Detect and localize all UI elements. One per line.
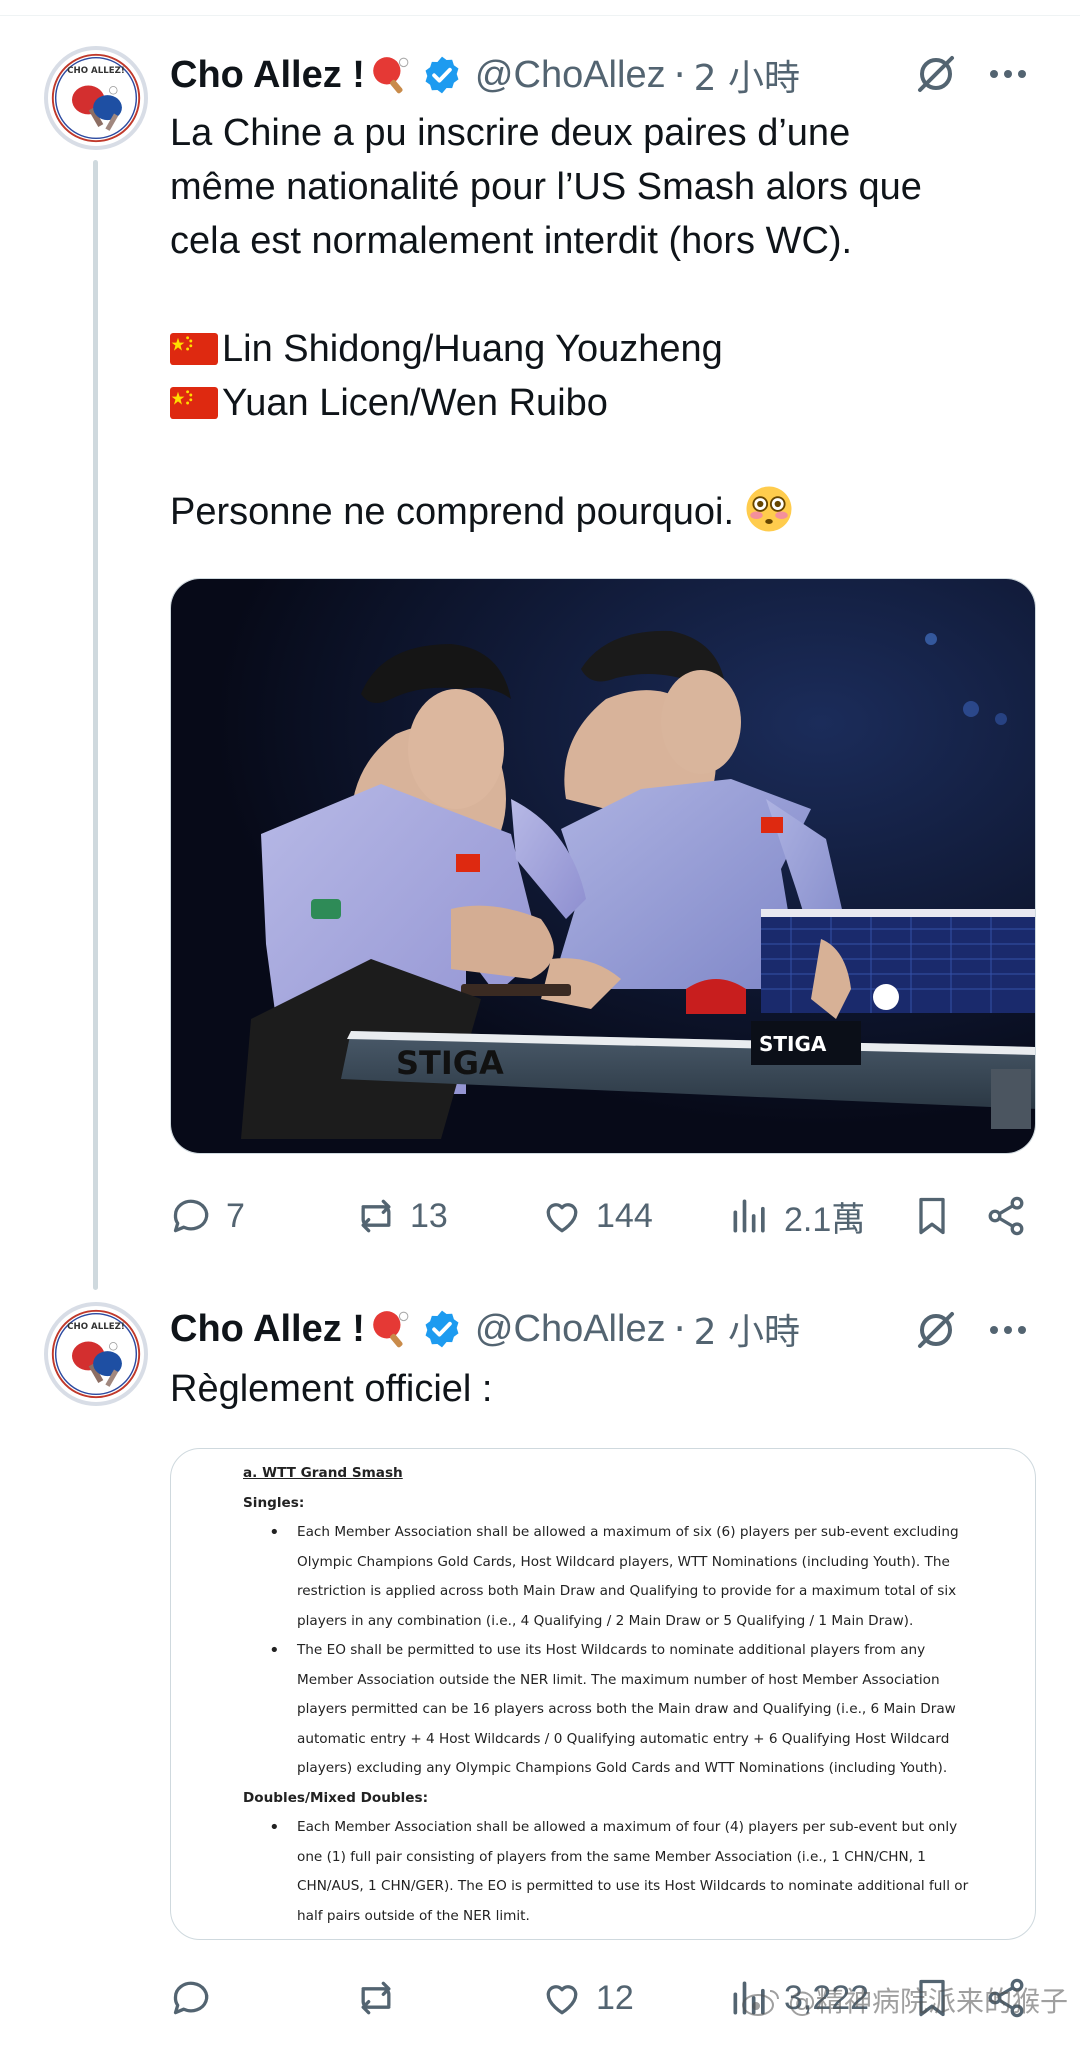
reply-icon [173, 1199, 209, 1233]
tweet-photo[interactable]: STIGA STIGA [170, 578, 1036, 1154]
net-post-brand-label: STIGA [759, 1032, 827, 1056]
rule-line: The EO shall be permitted to use its Hos… [297, 1642, 926, 1658]
retweet-button[interactable] [354, 1968, 410, 2028]
rule-line: Member Association outside the NER limit… [297, 1671, 940, 1688]
retweet-count: 13 [410, 1196, 448, 1235]
tweet-text-line: même nationalité pour l’US Smash alors q… [170, 166, 922, 208]
paddle-emoji [373, 1311, 409, 1348]
views-count: 2.1萬 [784, 1200, 866, 1239]
singles-label: Singles: [243, 1494, 305, 1511]
rule-line: players permitted can be 16 players acro… [297, 1701, 956, 1717]
rule-line: one (1) full pair consisting of players … [297, 1848, 926, 1865]
timestamp[interactable]: 2 小時 [694, 1303, 800, 1355]
svg-text:CHO ALLEZ!: CHO ALLEZ! [67, 66, 125, 76]
players-photo-image: STIGA STIGA [171, 579, 1035, 1153]
handle[interactable]: @ChoAllez [475, 1308, 666, 1351]
rule-line: CHN/AUS, 1 CHN/GER). The EO is permitted… [297, 1878, 969, 1894]
tweet-text: La Chine a pu inscrire deux paires d’une… [170, 106, 922, 538]
china-flag-icon [170, 333, 218, 365]
like-count: 144 [596, 1196, 653, 1235]
like-count: 12 [596, 1978, 634, 2017]
watermark: @精神病院派来的猴子 [740, 1980, 1068, 2020]
like-button[interactable]: 12 [540, 1968, 634, 2028]
document-heading: a. WTT Grand Smash [243, 1465, 403, 1481]
tweet-text-line: cela est normalement interdit (hors WC). [170, 220, 853, 262]
paddle-emoji [373, 57, 409, 94]
more-icon[interactable] [984, 50, 1032, 98]
handle[interactable]: @ChoAllez [475, 54, 666, 97]
views-icon [733, 1199, 765, 1233]
verified-badge-icon [425, 1310, 459, 1348]
avatar[interactable]: CHO ALLEZ! [44, 46, 148, 150]
watermark-text: @精神病院派来的猴子 [788, 1985, 1069, 2018]
retweet-button[interactable]: 13 [354, 1186, 448, 1246]
tweet-text: Règlement officiel : [170, 1362, 492, 1416]
tweet-header: Cho Allez ! @ChoAllez · 2 小時 [170, 48, 800, 102]
svg-text:CHO ALLEZ!: CHO ALLEZ! [67, 1322, 125, 1332]
reply-count: 7 [226, 1196, 245, 1235]
reply-icon [173, 1981, 209, 2015]
rule-line: Each Member Association shall be allowed… [297, 1819, 958, 1835]
table-brand-label: STIGA [396, 1044, 504, 1082]
like-button[interactable]: 144 [540, 1186, 653, 1246]
bookmark-button[interactable] [910, 1186, 954, 1246]
grok-icon[interactable] [912, 50, 960, 98]
rule-item: Each Member Association shall be allowed… [243, 1518, 993, 1636]
verified-badge-icon [425, 56, 459, 94]
reply-button[interactable]: 7 [170, 1186, 245, 1246]
pair-line: Lin Shidong/Huang Youzheng [170, 322, 922, 376]
tweet-actions-bar: 7 13 144 2.1萬 [170, 1186, 1036, 1246]
rules-document: a. WTT Grand Smash Singles: Each Member … [243, 1459, 993, 1931]
tweet-text-line: La Chine a pu inscrire deux paires d’une [170, 112, 851, 154]
share-button[interactable] [984, 1186, 1028, 1246]
more-icon[interactable] [984, 1306, 1032, 1354]
bookmark-icon [919, 1197, 945, 1235]
reply-button[interactable] [170, 1968, 226, 2028]
like-icon [546, 1203, 578, 1233]
closing-text: Personne ne comprend pourquoi. [170, 491, 735, 533]
rule-line: players) excluding any Olympic Champions… [297, 1760, 948, 1776]
avatar-logo: CHO ALLEZ! [49, 51, 143, 145]
rule-item: Each Member Association shall be allowed… [243, 1813, 993, 1931]
avatar[interactable]: CHO ALLEZ! [44, 1302, 148, 1406]
rule-line: Olympic Champions Gold Cards, Host Wildc… [297, 1553, 950, 1570]
like-icon [546, 1985, 578, 2015]
separator-dot: · [673, 53, 686, 97]
tweet-header: Cho Allez ! @ChoAllez · 2 小時 [170, 1302, 800, 1356]
views-button[interactable]: 2.1萬 [728, 1186, 865, 1246]
top-divider [0, 0, 1080, 16]
retweet-icon [361, 1981, 391, 2015]
display-name[interactable]: Cho Allez ! [170, 54, 365, 97]
timestamp[interactable]: 2 小時 [694, 49, 800, 101]
doubles-label: Doubles/Mixed Doubles: [243, 1789, 429, 1806]
avatar-logo: CHO ALLEZ! [49, 1307, 143, 1401]
display-name[interactable]: Cho Allez ! [170, 1308, 365, 1351]
rule-line: players in any combination (i.e., 4 Qual… [297, 1612, 914, 1629]
retweet-icon [361, 1199, 391, 1233]
separator-dot: · [673, 1307, 686, 1351]
rule-line: restriction is applied across both Main … [297, 1583, 957, 1599]
grok-icon[interactable] [912, 1306, 960, 1354]
share-icon [988, 1196, 1024, 1236]
thread-connector-line [93, 160, 98, 1290]
rule-line: Each Member Association shall be allowed… [297, 1524, 959, 1540]
china-flag-icon [170, 387, 218, 419]
rule-line: automatic entry + 4 Host Wildcards / 0 Q… [297, 1730, 950, 1747]
rule-line: half pairs outside of the NER limit. [297, 1907, 530, 1924]
rule-item: The EO shall be permitted to use its Hos… [243, 1636, 993, 1784]
pair-line: Yuan Licen/Wen Ruibo [170, 376, 922, 430]
rules-document-image[interactable]: a. WTT Grand Smash Singles: Each Member … [170, 1448, 1036, 1940]
weibo-logo-icon [742, 1990, 779, 2016]
tweet-text-line: Règlement officiel : [170, 1368, 493, 1410]
pair-2-text: Yuan Licen/Wen Ruibo [222, 382, 608, 424]
flushed-face-emoji [746, 486, 792, 532]
closing-line: Personne ne comprend pourquoi. [170, 484, 922, 538]
pair-1-text: Lin Shidong/Huang Youzheng [222, 328, 723, 370]
